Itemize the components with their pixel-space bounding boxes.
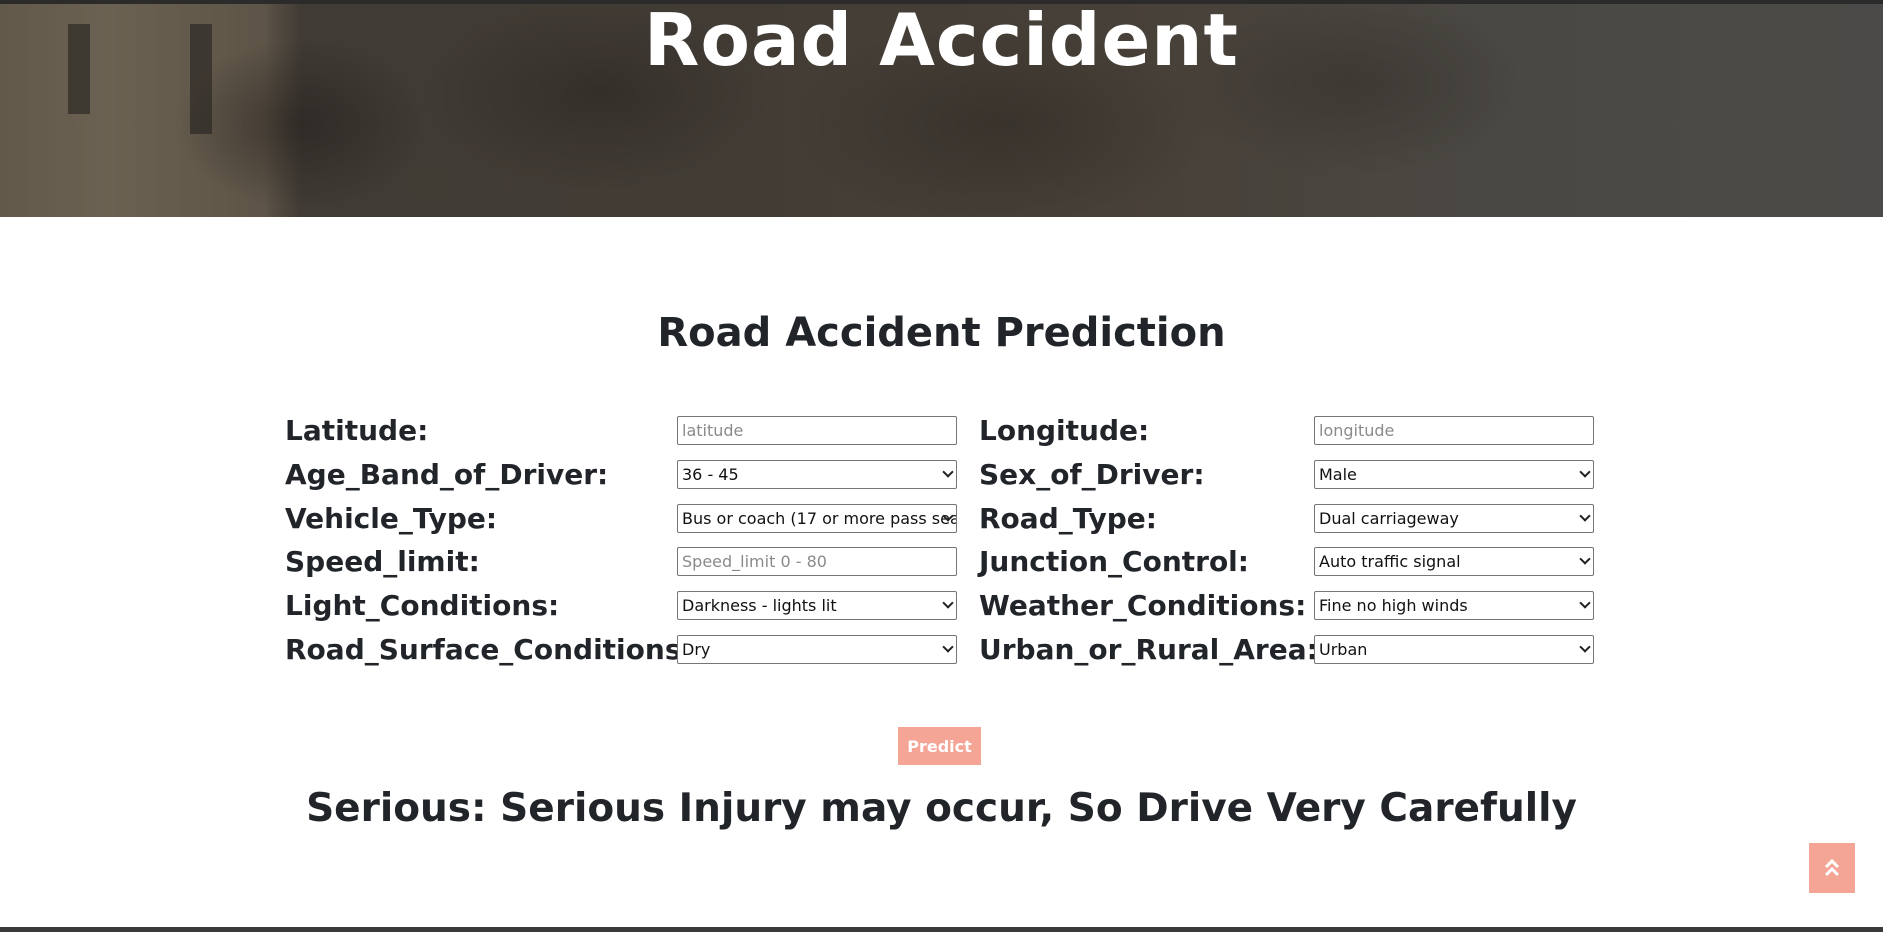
age-band-value: 36 - 45	[682, 465, 739, 484]
vehicle-type-value: Bus or coach (17 or more pass seats)	[682, 509, 957, 528]
road-type-label: Road_Type:	[979, 502, 1157, 535]
sex-of-driver-value: Male	[1319, 465, 1357, 484]
light-conditions-select[interactable]: Darkness - lights lit	[677, 591, 957, 620]
sex-of-driver-select[interactable]: Male	[1314, 460, 1594, 489]
latitude-input[interactable]: latitude	[677, 416, 957, 445]
chevron-down-icon	[1579, 641, 1591, 653]
longitude-label: Longitude:	[979, 414, 1150, 447]
form-row: Latitude: latitude Longitude: longitude	[0, 414, 1883, 452]
double-chevron-up-icon	[1824, 858, 1840, 877]
road-surface-label: Road_Surface_Conditions:	[285, 633, 693, 666]
light-conditions-label: Light_Conditions:	[285, 589, 560, 622]
age-band-select[interactable]: 36 - 45	[677, 460, 957, 489]
chevron-down-icon	[942, 466, 954, 478]
urban-rural-value: Urban	[1319, 640, 1368, 659]
hero-title: Road Accident	[644, 4, 1239, 82]
sex-of-driver-label: Sex_of_Driver:	[979, 458, 1205, 491]
form-row: Light_Conditions: Darkness - lights lit …	[0, 589, 1883, 627]
form-row: Speed_limit: Speed_limit 0 - 80 Junction…	[0, 545, 1883, 583]
road-surface-select[interactable]: Dry	[677, 635, 957, 664]
light-conditions-value: Darkness - lights lit	[682, 596, 837, 615]
chevron-down-icon	[942, 641, 954, 653]
chevron-down-icon	[1579, 553, 1591, 565]
urban-rural-select[interactable]: Urban	[1314, 635, 1594, 664]
vehicle-type-select[interactable]: Bus or coach (17 or more pass seats)	[677, 504, 957, 533]
chevron-down-icon	[1579, 597, 1591, 609]
longitude-input[interactable]: longitude	[1314, 416, 1594, 445]
main-content: Road Accident Prediction Latitude: latit…	[0, 217, 1883, 927]
predict-button[interactable]: Predict	[898, 727, 981, 765]
weather-conditions-select[interactable]: Fine no high winds	[1314, 591, 1594, 620]
latitude-label: Latitude:	[285, 414, 429, 447]
junction-control-select[interactable]: Auto traffic signal	[1314, 547, 1594, 576]
chevron-down-icon	[1579, 510, 1591, 522]
scroll-to-top-button[interactable]	[1809, 843, 1855, 893]
form-row: Age_Band_of_Driver: 36 - 45 Sex_of_Drive…	[0, 458, 1883, 496]
junction-control-value: Auto traffic signal	[1319, 552, 1461, 571]
chevron-down-icon	[942, 597, 954, 609]
form-row: Vehicle_Type: Bus or coach (17 or more p…	[0, 502, 1883, 540]
speed-limit-input[interactable]: Speed_limit 0 - 80	[677, 547, 957, 576]
speed-limit-label: Speed_limit:	[285, 545, 480, 578]
form-row: Road_Surface_Conditions: Dry Urban_or_Ru…	[0, 633, 1883, 671]
road-type-value: Dual carriageway	[1319, 509, 1459, 528]
age-band-label: Age_Band_of_Driver:	[285, 458, 609, 491]
weather-conditions-value: Fine no high winds	[1319, 596, 1468, 615]
weather-conditions-label: Weather_Conditions:	[979, 589, 1307, 622]
hero-banner: Road Accident	[0, 4, 1883, 217]
prediction-result: Serious: Serious Injury may occur, So Dr…	[306, 786, 1577, 831]
road-type-select[interactable]: Dual carriageway	[1314, 504, 1594, 533]
chevron-down-icon	[1579, 466, 1591, 478]
vehicle-type-label: Vehicle_Type:	[285, 502, 498, 535]
page-title: Road Accident Prediction	[657, 310, 1226, 356]
junction-control-label: Junction_Control:	[979, 545, 1249, 578]
road-surface-value: Dry	[682, 640, 711, 659]
urban-rural-label: Urban_or_Rural_Area:	[979, 633, 1318, 666]
bottom-strip	[0, 927, 1883, 932]
